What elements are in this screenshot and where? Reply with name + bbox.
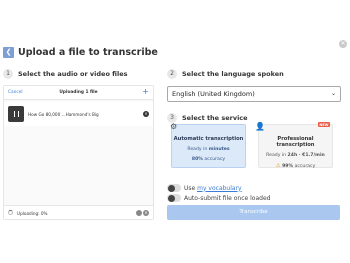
upload-panel: Cancel Uploading 1 file + How Go 80,000 …	[3, 85, 154, 220]
step-select-service: 3 Select the service	[167, 113, 248, 123]
step-label: Select the audio or video files	[18, 70, 128, 78]
file-thumbnail[interactable]	[8, 106, 24, 122]
service-accuracy: ⚠ 99% accuracy	[275, 163, 316, 169]
upload-status-bar: Uploading: 0% ✕	[4, 205, 153, 219]
upload-panel-header: Cancel Uploading 1 file +	[4, 86, 153, 100]
service-accuracy: 80% accuracy	[191, 157, 226, 162]
page-title: Upload a file to transcribe	[18, 47, 158, 58]
gear-icon: ⚙	[170, 122, 178, 131]
step-select-language: 2 Select the language spoken	[167, 69, 284, 79]
dialog-header: ❮ Upload a file to transcribe	[3, 47, 158, 58]
professional-transcription-card[interactable]: 👤 NEW Professional transcription Ready i…	[255, 122, 333, 169]
add-file-button[interactable]: +	[142, 87, 149, 96]
automatic-transcription-card[interactable]: ⚙ Automatic transcription Ready in minut…	[170, 122, 246, 168]
vocabulary-toggle[interactable]	[167, 184, 181, 192]
remove-file-icon[interactable]: ×	[143, 111, 149, 117]
vocabulary-label: Use my vocabulary	[184, 184, 242, 192]
upload-status-text: Uploading: 0%	[17, 210, 48, 216]
transcribe-button[interactable]: Transcribe	[167, 205, 340, 220]
upload-dialog: ✕ ❮ Upload a file to transcribe 1 Select…	[0, 0, 350, 263]
autosubmit-toggle[interactable]	[167, 194, 181, 202]
back-arrow-icon[interactable]: ❮	[3, 47, 14, 58]
step-label: Select the language spoken	[182, 70, 284, 78]
service-title: Automatic transcription	[173, 136, 244, 142]
close-icon[interactable]: ✕	[339, 40, 347, 48]
step-select-files: 1 Select the audio or video files	[3, 69, 128, 79]
service-turnaround: Ready in minutes	[187, 147, 230, 152]
autosubmit-option: Auto-submit file once loaded	[167, 194, 270, 202]
file-name: How Go 80,000 ...Hammond's Big	[28, 111, 99, 117]
step-label: Select the service	[182, 114, 248, 122]
pause-all-icon[interactable]	[136, 210, 142, 216]
person-icon: 👤	[255, 122, 265, 131]
chevron-down-icon: ⌄	[330, 90, 336, 97]
service-title: Professional transcription	[276, 136, 315, 148]
vocabulary-option: Use my vocabulary	[167, 184, 242, 192]
step-number: 1	[3, 69, 13, 79]
warning-icon: ⚠	[275, 163, 281, 169]
pause-icon	[13, 111, 19, 117]
spinner-icon	[8, 210, 13, 215]
step-number: 2	[167, 69, 177, 79]
upload-count-label: Uploading 1 file	[59, 90, 98, 95]
service-turnaround: Ready in 24h · €1.7/min	[266, 153, 325, 158]
cancel-all-icon[interactable]: ✕	[143, 210, 149, 216]
new-badge: NEW	[317, 122, 330, 127]
vocabulary-link[interactable]: my vocabulary	[197, 185, 241, 192]
language-selected-value: English (United Kingdom)	[172, 90, 255, 98]
autosubmit-label: Auto-submit file once loaded	[184, 194, 271, 202]
file-list-item: How Go 80,000 ...Hammond's Big ×	[4, 102, 153, 126]
language-select[interactable]: English (United Kingdom) ⌄	[167, 86, 341, 102]
